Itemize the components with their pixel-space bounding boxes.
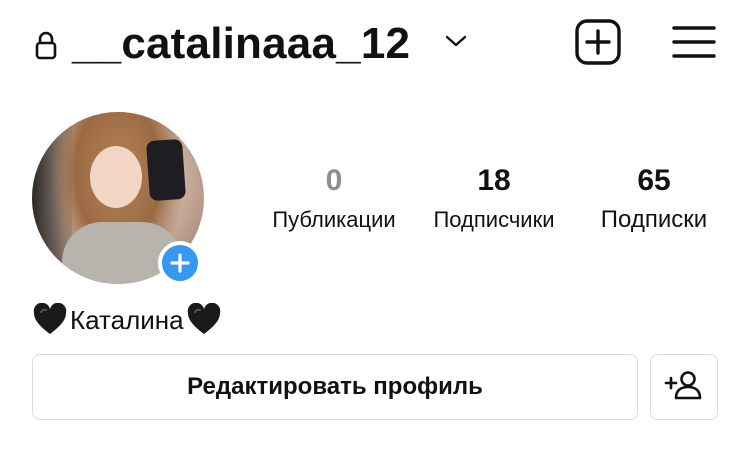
display-name-text: Каталина — [70, 305, 184, 335]
following-label[interactable]: Подписки — [586, 206, 722, 234]
menu-icon[interactable] — [672, 24, 716, 60]
add-user-icon — [664, 369, 704, 406]
followers-count[interactable]: 18 — [422, 163, 566, 199]
account-username[interactable]: __catalinaaa_12 — [72, 14, 410, 74]
add-post-icon[interactable] — [574, 18, 622, 66]
edit-profile-button[interactable]: Редактировать профиль — [32, 354, 638, 420]
add-story-button[interactable] — [158, 241, 202, 285]
profile-display-name: Каталина — [32, 300, 222, 340]
lock-icon — [34, 30, 58, 60]
black-heart-icon — [186, 302, 222, 337]
following-count[interactable]: 65 — [586, 163, 722, 199]
posts-label: Публикации — [272, 207, 396, 232]
black-heart-icon — [32, 302, 68, 337]
followers-label[interactable]: Подписчики — [422, 206, 566, 234]
discover-people-button[interactable] — [650, 354, 718, 420]
chevron-down-icon[interactable] — [444, 33, 468, 49]
posts-count: 0 — [325, 164, 343, 197]
